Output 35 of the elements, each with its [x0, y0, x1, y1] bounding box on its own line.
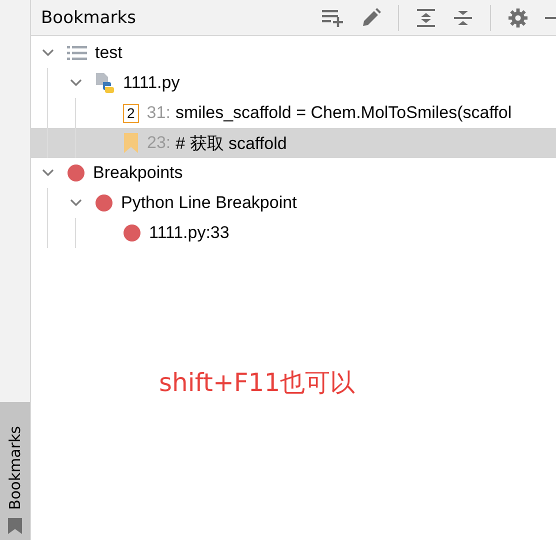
chevron-icon[interactable]: [70, 199, 82, 207]
tree-label: 1111.py:33: [149, 223, 230, 243]
settings-icon[interactable]: [508, 8, 528, 28]
list-icon: [67, 45, 87, 61]
tree-row[interactable]: test: [31, 38, 556, 68]
chevron-icon[interactable]: [42, 169, 54, 177]
mnemonic-badge: 2: [123, 104, 139, 122]
panel-title: Bookmarks: [41, 8, 136, 28]
python-file-icon: [95, 73, 115, 93]
add-list-icon[interactable]: [322, 8, 344, 28]
tree-row[interactable]: Breakpoints: [31, 158, 556, 188]
bookmark-icon: [8, 518, 22, 534]
line-number: 23:: [147, 133, 171, 153]
breakpoint-icon: [95, 194, 113, 212]
bookmark-icon: [123, 133, 139, 153]
chevron-icon[interactable]: [42, 49, 54, 57]
tree-row[interactable]: 1111.py:33: [31, 218, 556, 248]
tree-label: Breakpoints: [93, 163, 183, 183]
tree-label: 1111.py: [123, 73, 180, 93]
tree-label: # 获取 scaffold: [176, 132, 287, 154]
breakpoint-icon: [123, 224, 141, 242]
tree-label: Python Line Breakpoint: [121, 193, 297, 213]
tree-row[interactable]: 23: # 获取 scaffold: [31, 128, 556, 158]
line-number: 31:: [146, 103, 170, 123]
chevron-icon[interactable]: [70, 79, 82, 87]
tree-label: test: [95, 43, 122, 63]
tree-row[interactable]: 2 31: smiles_scaffold = Chem.MolToSmiles(scaffol: [31, 98, 556, 128]
annotation-text: shift+F11也可以: [158, 367, 356, 399]
edit-icon[interactable]: [361, 8, 381, 28]
tree-label: smiles_scaffold = Chem.MolToSmiles(scaffol: [175, 103, 512, 123]
tree-row[interactable]: Python Line Breakpoint: [31, 188, 556, 218]
side-tab[interactable]: Bookmarks: [0, 402, 30, 540]
breakpoint-icon: [67, 164, 85, 182]
expand-all-icon[interactable]: [416, 8, 436, 28]
tree-row[interactable]: 1111.py: [31, 68, 556, 98]
